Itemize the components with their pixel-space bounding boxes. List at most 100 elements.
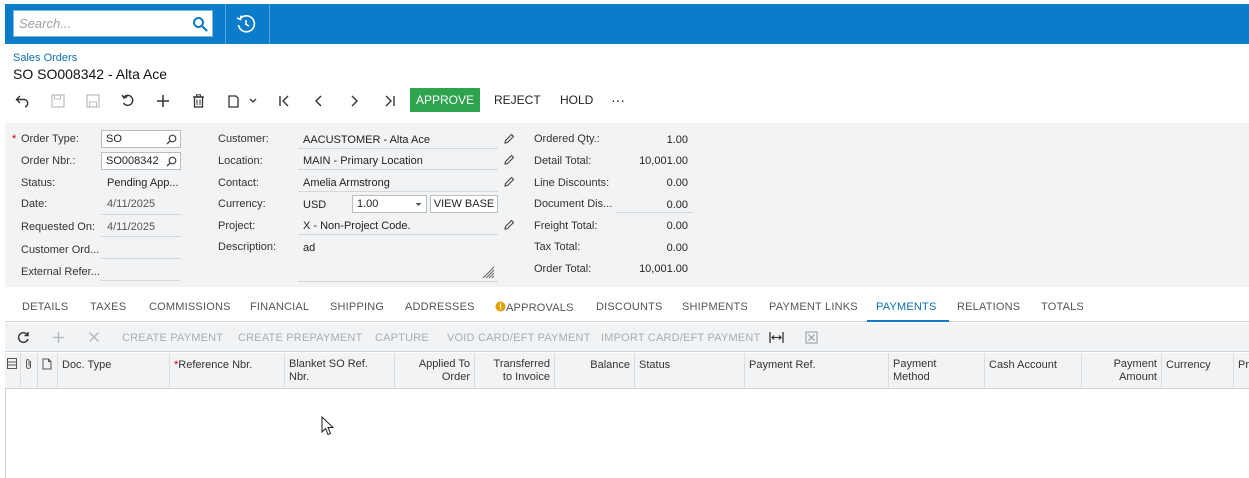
hold-button[interactable]: HOLD [560, 88, 593, 112]
currency-column[interactable]: Currency [1162, 353, 1234, 389]
order-type-field[interactable]: SO [101, 130, 181, 148]
tab-totals[interactable]: TOTALS [1041, 301, 1084, 313]
save-button[interactable] [48, 90, 68, 112]
pencil-icon[interactable] [503, 219, 515, 231]
transferred-to-invoice-column[interactable]: Transferred to Invoice [475, 353, 555, 389]
search-input[interactable] [14, 11, 189, 36]
search-icon[interactable] [166, 134, 177, 145]
tab-shipping[interactable]: SHIPPING [330, 301, 384, 313]
export-excel-icon[interactable] [805, 331, 818, 344]
save-close-icon [51, 94, 65, 108]
tab-bar: DETAILS TAXES COMMISSIONS FINANCIAL SHIP… [5, 296, 1249, 322]
view-base-button[interactable]: VIEW BASE [430, 195, 498, 213]
payment-method-column[interactable]: Payment Method [889, 353, 985, 389]
previous-record-button[interactable] [309, 90, 329, 112]
tab-taxes[interactable]: TAXES [90, 301, 126, 313]
description-field[interactable]: ad [303, 242, 315, 254]
pencil-icon[interactable] [503, 133, 515, 145]
search-icon[interactable] [192, 16, 208, 32]
detail-total-value: 10,001.00 [639, 155, 688, 167]
back-button[interactable] [13, 90, 33, 112]
reject-button[interactable]: REJECT [494, 88, 541, 112]
close-icon[interactable] [88, 331, 100, 343]
tab-addresses[interactable]: ADDRESSES [405, 301, 475, 313]
requested-on-underline [101, 236, 181, 237]
pencil-icon[interactable] [503, 176, 515, 188]
pencil-icon[interactable] [503, 154, 515, 166]
active-tab-indicator [867, 320, 949, 322]
chevron-right-icon [351, 95, 358, 107]
status-column[interactable]: Status [635, 353, 745, 389]
payment-amount-column[interactable]: Payment Amount [1082, 353, 1162, 389]
import-card-payment-button[interactable]: IMPORT CARD/EFT PAYMENT [601, 332, 760, 344]
tab-relations[interactable]: RELATIONS [957, 301, 1020, 313]
date-field[interactable]: 4/11/2025 [107, 198, 155, 210]
order-nbr-field[interactable]: SO008342 [101, 152, 181, 170]
create-prepayment-button[interactable]: CREATE PREPAYMENT [238, 332, 362, 344]
overflow-column[interactable]: Pr [1234, 353, 1249, 389]
approve-button[interactable]: APPROVE [410, 88, 480, 112]
plus-icon[interactable] [52, 331, 65, 344]
contact-field[interactable]: Amelia Armstrong [303, 177, 390, 189]
topbar-divider [269, 4, 270, 44]
last-record-button[interactable] [379, 90, 399, 112]
paperclip-icon [26, 359, 31, 369]
search-icon[interactable] [166, 156, 177, 167]
next-record-button[interactable] [344, 90, 364, 112]
cash-account-column[interactable]: Cash Account [985, 353, 1082, 389]
payment-ref-column[interactable]: Payment Ref. [745, 353, 889, 389]
tab-details[interactable]: DETAILS [22, 301, 68, 313]
refresh-icon[interactable] [17, 331, 30, 344]
capture-button[interactable]: CAPTURE [375, 332, 429, 344]
payments-grid-body[interactable] [5, 389, 1249, 478]
external-ref-field[interactable] [101, 280, 181, 281]
add-button[interactable] [153, 90, 173, 112]
first-record-button[interactable] [274, 90, 294, 112]
currency-rate-select[interactable]: 1.00 [352, 195, 427, 213]
location-field[interactable]: MAIN - Primary Location [303, 155, 423, 167]
tab-discounts[interactable]: DISCOUNTS [596, 301, 663, 313]
tab-commissions[interactable]: COMMISSIONS [149, 301, 231, 313]
description-label: Description: [218, 241, 277, 253]
detail-total-label: Detail Total: [534, 155, 592, 167]
tab-approvals[interactable]: APPROVALS [495, 301, 574, 314]
status-value: Pending App... [107, 177, 179, 189]
tab-payment-links[interactable]: PAYMENT LINKS [769, 301, 858, 313]
clipboard-icon [228, 95, 239, 108]
doc-type-column[interactable]: Doc. Type [58, 353, 170, 389]
more-actions-button[interactable]: ··· [611, 88, 625, 112]
row-settings-column[interactable] [5, 353, 21, 389]
create-payment-button[interactable]: CREATE PAYMENT [122, 332, 223, 344]
fit-columns-icon[interactable] [769, 331, 784, 344]
trash-icon [192, 94, 204, 108]
order-total-value: 10,001.00 [639, 263, 688, 275]
delete-button[interactable] [188, 90, 208, 112]
cancel-button[interactable] [118, 90, 138, 112]
blanket-so-ref-column[interactable]: Blanket SO Ref. Nbr. [285, 353, 395, 389]
project-underline [298, 234, 498, 235]
customer-order-field[interactable] [101, 258, 181, 259]
balance-column[interactable]: Balance [555, 353, 635, 389]
requested-on-field[interactable]: 4/11/2025 [107, 221, 155, 233]
customer-field[interactable]: AACUSTOMER - Alta Ace [303, 134, 430, 146]
reference-nbr-column[interactable]: *Reference Nbr. [170, 353, 285, 389]
tax-total-label: Tax Total: [534, 241, 581, 253]
columns-settings-icon [7, 358, 17, 369]
void-card-payment-button[interactable]: VOID CARD/EFT PAYMENT [447, 332, 591, 344]
tab-financial[interactable]: FINANCIAL [250, 301, 309, 313]
tab-payments[interactable]: PAYMENTS [876, 301, 936, 313]
currency-field[interactable]: USD [303, 199, 326, 211]
currency-label: Currency: [218, 198, 266, 210]
breadcrumb[interactable]: Sales Orders [13, 52, 77, 64]
resize-handle-icon[interactable] [482, 266, 495, 279]
project-field[interactable]: X - Non-Project Code. [303, 220, 411, 232]
tab-shipments[interactable]: SHIPMENTS [682, 301, 748, 313]
copy-paste-button[interactable] [224, 90, 260, 112]
history-icon[interactable] [235, 13, 257, 35]
search-box[interactable] [13, 10, 213, 37]
applied-to-order-column[interactable]: Applied To Order [395, 353, 475, 389]
notes-column[interactable] [38, 353, 58, 389]
save-icon-button[interactable] [83, 90, 103, 112]
attachments-column[interactable] [21, 353, 38, 389]
document-discount-field[interactable]: 0.00 [618, 199, 688, 211]
